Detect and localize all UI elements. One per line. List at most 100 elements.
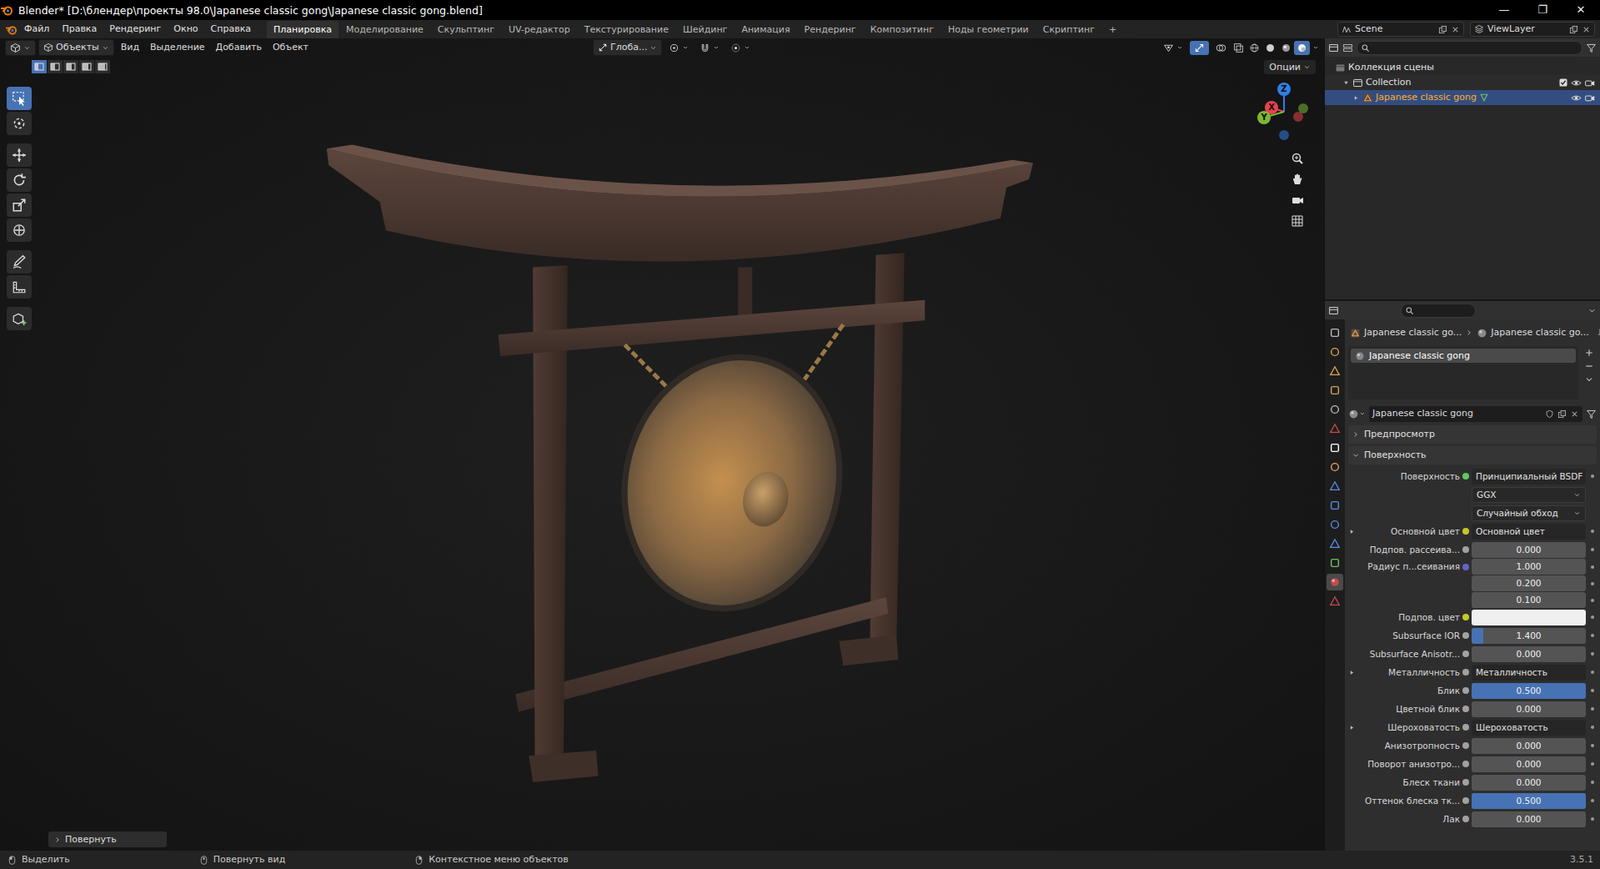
properties-tab[interactable] — [1326, 516, 1344, 533]
keyframe-decorator[interactable] — [1588, 762, 1597, 766]
expand-arrow-icon[interactable] — [1352, 94, 1360, 102]
pivot-button[interactable] — [664, 40, 693, 56]
keyframe-decorator[interactable] — [1588, 780, 1597, 784]
select-mode-button[interactable] — [95, 60, 111, 74]
editor-type-button[interactable] — [5, 40, 36, 56]
number-field[interactable]: 0.000 — [1471, 756, 1586, 773]
shading-button[interactable] — [1294, 40, 1310, 56]
properties-tab[interactable] — [1326, 554, 1344, 572]
properties-tab[interactable] — [1326, 535, 1344, 552]
workspace-tab[interactable]: Скульптинг — [431, 20, 502, 39]
add-workspace-button[interactable]: + — [1102, 20, 1124, 39]
number-field[interactable]: 0.200 — [1471, 575, 1586, 592]
3d-viewport[interactable]: ОбъектыВидВыделениеДобавитьОбъектГлоба..… — [0, 38, 1325, 851]
visibility-button[interactable] — [1158, 40, 1188, 56]
outliner-row[interactable]: Japanese classic gong — [1324, 90, 1600, 106]
expand-arrow-icon[interactable] — [1342, 79, 1350, 87]
outliner-row[interactable]: Коллекция сцены — [1324, 60, 1600, 76]
number-field[interactable]: 0.500 — [1471, 792, 1586, 809]
tool-button[interactable] — [6, 306, 32, 331]
menu-item[interactable]: Правка — [55, 21, 103, 36]
axis-label[interactable]: Y — [1257, 110, 1271, 125]
add-slot-icon[interactable] — [1584, 347, 1595, 358]
xray-icon[interactable] — [1233, 42, 1244, 54]
keyframe-decorator[interactable] — [1588, 707, 1597, 711]
keyframe-decorator[interactable] — [1588, 688, 1597, 693]
slot-link-icon[interactable] — [1585, 408, 1597, 420]
viewport-menu[interactable]: Добавить — [211, 40, 266, 55]
grid-icon[interactable] — [1290, 214, 1305, 228]
hand-icon[interactable] — [1290, 172, 1305, 186]
editor-type-icon[interactable] — [1328, 305, 1340, 316]
properties-tab[interactable] — [1326, 324, 1344, 342]
viewport-menu[interactable]: Вид — [116, 40, 144, 55]
outliner-row[interactable]: Collection — [1324, 75, 1600, 91]
fake-user-icon[interactable] — [1544, 409, 1555, 419]
duplicate-icon[interactable] — [1557, 409, 1567, 419]
scene-selector[interactable]: Scene — [1337, 21, 1465, 37]
tool-button[interactable] — [6, 86, 32, 111]
pin-icon[interactable] — [1595, 327, 1600, 339]
workspace-tab[interactable]: Моделирование — [339, 20, 431, 39]
orientation-dropdown[interactable]: Глоба... — [592, 39, 663, 56]
number-field[interactable]: 0.000 — [1471, 541, 1586, 558]
axis-label[interactable]: X — [1264, 100, 1279, 115]
tool-button[interactable] — [6, 218, 32, 242]
workspace-tab[interactable]: UV-редактор — [501, 20, 577, 39]
properties-tab[interactable] — [1326, 420, 1344, 437]
keyframe-decorator[interactable] — [1588, 474, 1597, 478]
properties-tab[interactable] — [1326, 381, 1344, 399]
keyframe-decorator[interactable] — [1588, 633, 1597, 637]
shading-button[interactable] — [1262, 40, 1279, 56]
proportional-button[interactable] — [726, 40, 755, 56]
properties-tab[interactable] — [1326, 573, 1344, 591]
tool-button[interactable] — [6, 111, 32, 136]
linked-input[interactable]: Металличность — [1471, 664, 1586, 681]
render-camera-icon[interactable] — [1584, 92, 1595, 104]
close-button[interactable]: ✕ — [1561, 3, 1600, 17]
workspace-tab[interactable]: Рендеринг — [797, 20, 863, 39]
outliner-search[interactable] — [1356, 40, 1583, 56]
menu-item[interactable]: Рендеринг — [103, 21, 167, 36]
select-mode-button[interactable] — [79, 60, 95, 74]
dropdown-field[interactable]: Случайный обход — [1471, 505, 1586, 522]
keyframe-decorator[interactable] — [1588, 817, 1597, 821]
select-mode-button[interactable] — [31, 60, 47, 74]
keyframe-decorator[interactable] — [1588, 581, 1597, 586]
properties-search[interactable] — [1400, 303, 1476, 318]
editor-type-icon[interactable] — [1328, 42, 1340, 54]
keyframe-decorator[interactable] — [1588, 725, 1597, 729]
panel-header[interactable]: Предпросмотр — [1348, 425, 1597, 444]
viewport-menu[interactable]: Объект — [268, 40, 313, 55]
options-dropdown[interactable]: Опции — [1263, 60, 1316, 75]
number-field[interactable]: 1.000 — [1471, 558, 1586, 575]
blender-menu-icon[interactable] — [5, 23, 18, 36]
display-mode-icon[interactable] — [1342, 42, 1354, 54]
keyframe-decorator[interactable] — [1588, 743, 1597, 748]
number-field[interactable]: 1.400 — [1471, 627, 1586, 644]
visibility-eye-icon[interactable] — [1570, 92, 1582, 104]
properties-tab[interactable] — [1326, 458, 1344, 476]
material-name-field[interactable]: Japanese classic gong — [1369, 406, 1583, 422]
keyframe-decorator[interactable] — [1588, 652, 1597, 656]
properties-tab[interactable] — [1326, 592, 1344, 610]
tool-button[interactable] — [6, 143, 32, 167]
number-field[interactable]: 0.000 — [1471, 646, 1586, 663]
mode-dropdown[interactable]: Объекты — [38, 39, 115, 56]
keyframe-decorator[interactable] — [1588, 547, 1597, 552]
number-field[interactable]: 0.100 — [1471, 591, 1586, 608]
workspace-tab[interactable]: Текстурирование — [577, 20, 676, 39]
number-field[interactable]: 0.500 — [1471, 682, 1586, 699]
keyframe-decorator[interactable] — [1588, 798, 1597, 803]
keyframe-decorator[interactable] — [1588, 670, 1597, 674]
workspace-tab[interactable]: Ноды геометрии — [941, 20, 1036, 39]
linked-input[interactable]: Принципиальный BSDF — [1471, 468, 1586, 485]
menu-item[interactable]: Справка — [205, 21, 257, 36]
camera-view-icon[interactable] — [1290, 193, 1305, 207]
shading-button[interactable] — [1246, 40, 1263, 56]
shading-button[interactable] — [1278, 40, 1295, 56]
expand-arrow-icon[interactable] — [1348, 527, 1356, 536]
menu-item[interactable]: Окно — [167, 21, 204, 36]
gizmo-toggle[interactable] — [1189, 40, 1209, 56]
last-operator-panel[interactable]: Повернуть — [48, 831, 167, 848]
